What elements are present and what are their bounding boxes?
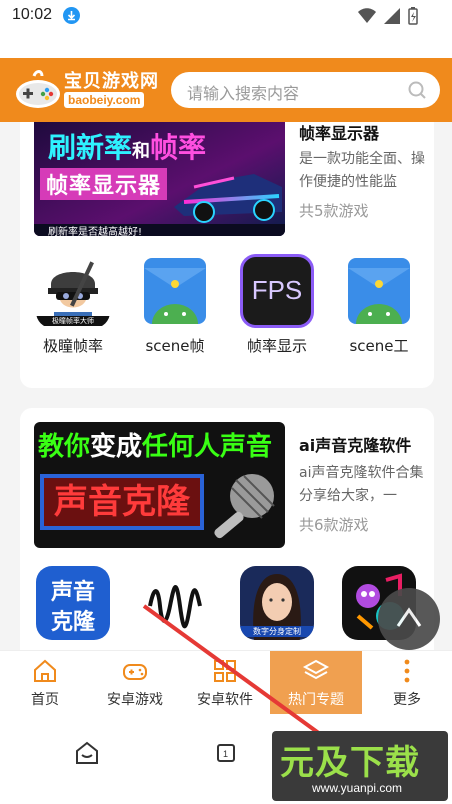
app-name: 极瞳帧率 — [42, 337, 103, 355]
nav-item-android-games[interactable]: 安卓游戏 — [90, 651, 180, 715]
banner-line1-b: 和 — [132, 141, 151, 162]
topic-count: 共6款游戏 — [299, 516, 369, 534]
fps-icon: FPS — [240, 254, 314, 328]
android-folder-icon — [342, 254, 416, 328]
voice-clone-icon-line1: 声音 — [50, 580, 95, 605]
app-item[interactable]: 声音 克隆 — [23, 566, 123, 647]
app-item[interactable] — [125, 566, 225, 647]
topic-banner[interactable]: 刷新率和帧率 帧率显示器 刷新率是否越高越好! — [34, 122, 285, 236]
topic-description: ai声音克隆软件合集分享给大家，一 — [299, 465, 424, 504]
banner-line1-b: 变成 — [90, 432, 143, 462]
nav-item-home[interactable]: 首页 — [0, 651, 90, 715]
logo-domain: baobeiy.com — [64, 92, 145, 108]
banner-line2: 帧率显示器 — [40, 168, 168, 200]
bottom-nav: 首页 安卓游戏 安卓软件 热门专题 更多 — [0, 650, 452, 715]
tabs-icon[interactable]: 1 — [215, 742, 237, 764]
topic-count: 共5款游戏 — [299, 202, 369, 220]
topic-banner[interactable]: 教你变成任何人声音 声音克隆 — [34, 422, 285, 548]
signal-icon — [384, 8, 400, 24]
search-placeholder: 请输入搜索内容 — [187, 84, 300, 103]
logo-name: 宝贝游戏网 — [64, 71, 159, 92]
app-item[interactable]: scene工 — [329, 254, 429, 356]
fps-icon-text: FPS — [251, 275, 303, 305]
app-name: scene帧 — [145, 337, 205, 355]
nav-label: 安卓软件 — [197, 692, 253, 708]
nav-label: 安卓游戏 — [107, 692, 163, 708]
banner-footer: 刷新率是否越高越好! — [48, 227, 143, 236]
download-status-icon — [63, 7, 80, 24]
app-name: 帧率显示 — [246, 337, 307, 355]
gamepad-icon — [123, 664, 147, 680]
status-bar: 10:02 — [0, 0, 452, 32]
topic-title[interactable]: ai声音克隆软件 — [299, 432, 411, 456]
nav-item-hot-topics[interactable]: 热门专题 — [270, 651, 362, 715]
grid-icon — [214, 660, 236, 682]
topic-card[interactable]: 刷新率和帧率 帧率显示器 刷新率是否越高越好! 帧率显示器 是一款功能全面、操作… — [20, 122, 434, 388]
watermark-text: 元及下载 — [280, 743, 420, 783]
battery-icon — [408, 7, 418, 25]
status-time: 10:02 — [12, 6, 53, 23]
nav-item-more[interactable]: 更多 — [362, 651, 452, 715]
topic-card[interactable]: 教你变成任何人声音 声音克隆 ai声音克隆软件 ai声音克隆软件合集分享给大家，… — [20, 408, 434, 650]
soundwave-icon — [138, 566, 212, 640]
banner-line1-a: 刷新率 — [48, 131, 133, 164]
home-icon — [34, 659, 56, 682]
app-item[interactable]: FPS 帧率显示 — [227, 254, 327, 356]
app-item[interactable]: 极瞳帧率大师 极瞳帧率 — [23, 254, 123, 356]
svg-text:1: 1 — [223, 749, 228, 759]
app-name: scene工 — [349, 337, 409, 355]
topic-app-list: 极瞳帧率大师 极瞳帧率 scene帧 FPS 帧率显示 scene工 — [20, 254, 434, 364]
topic-description: 是一款功能全面、操作便捷的性能监 — [299, 151, 425, 190]
site-logo[interactable]: 宝贝游戏网 baobeiy.com — [14, 66, 160, 114]
topic-title[interactable]: 帧率显示器 — [299, 122, 379, 144]
chevron-up-icon — [396, 607, 422, 627]
home-system-icon[interactable] — [75, 741, 99, 765]
voice-clone-icon-line2: 克隆 — [50, 610, 95, 635]
watermark-logo: 元及下载 www.yuanpi.com — [272, 731, 448, 801]
banner-line2: 声音克隆 — [40, 474, 204, 530]
app-header: 宝贝游戏网 baobeiy.com 请输入搜索内容 — [0, 58, 452, 122]
digital-human-caption: 数字分身定制 — [240, 626, 314, 637]
search-input[interactable]: 请输入搜索内容 — [171, 72, 440, 108]
app-icon-caption: 极瞳帧率大师 — [36, 316, 110, 326]
nav-label: 热门专题 — [288, 692, 344, 708]
nav-label: 首页 — [31, 692, 59, 708]
watermark-url: www.yuanpi.com — [312, 781, 403, 795]
voice-clone-icon: 声音 克隆 — [36, 566, 110, 640]
nav-label: 更多 — [393, 692, 421, 708]
layers-icon — [302, 659, 330, 680]
banner-line1-c: 帧率 — [150, 131, 207, 164]
gamepad-logo-icon — [16, 70, 60, 108]
digital-human-icon: 数字分身定制 — [240, 566, 314, 640]
banner-line1-a: 教你 — [38, 432, 91, 462]
app-item[interactable]: 数字分身定制 — [227, 566, 327, 647]
banner-line1-c: 任何人声音 — [142, 432, 273, 462]
topic-app-list: 声音 克隆 数字分身定制 — [20, 566, 434, 650]
search-icon[interactable] — [408, 81, 426, 99]
topic-list: 刷新率和帧率 帧率显示器 刷新率是否越高越好! 帧率显示器 是一款功能全面、操作… — [0, 122, 452, 650]
microphone-icon — [214, 474, 275, 539]
pubg-helmet-icon: 极瞳帧率大师 — [36, 254, 110, 328]
android-folder-icon — [138, 254, 212, 328]
nav-item-android-apps[interactable]: 安卓软件 — [180, 651, 270, 715]
app-item[interactable]: scene帧 — [125, 254, 225, 356]
wifi-icon — [358, 8, 376, 23]
scroll-top-button[interactable] — [378, 588, 440, 650]
more-icon — [404, 659, 410, 683]
